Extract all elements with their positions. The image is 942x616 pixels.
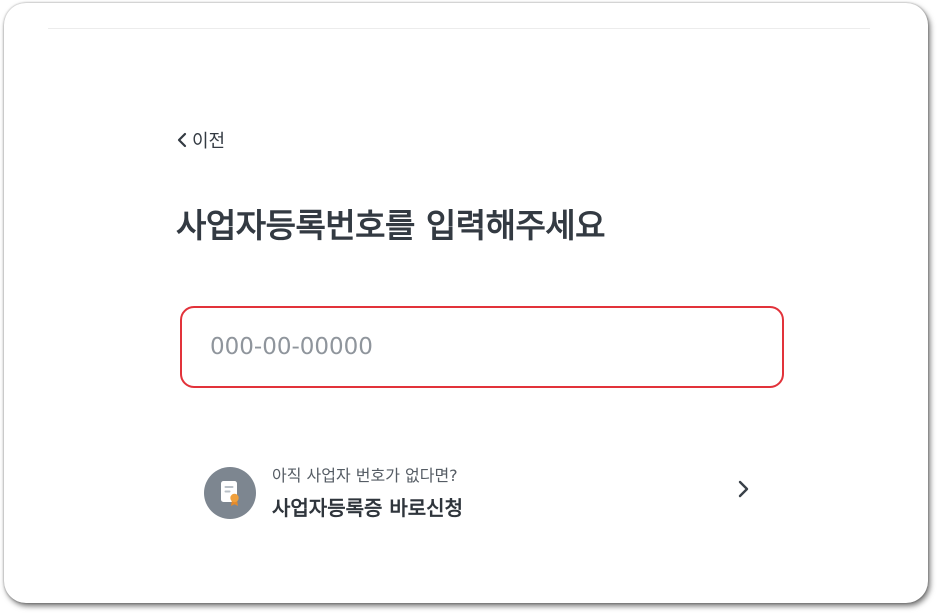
apply-registration-link[interactable]: 아직 사업자 번호가 없다면? 사업자등록증 바로신청 [204,455,754,531]
chevron-left-icon [176,132,188,148]
business-number-input[interactable] [180,306,784,388]
chevron-right-icon [736,479,750,503]
app-window: 이전 사업자등록번호를 입력해주세요 아직 사업자 번호가 없다면? 사업자등록… [4,3,928,603]
page-title: 사업자등록번호를 입력해주세요 [176,206,606,245]
apply-label: 사업자등록증 바로신청 [272,496,463,520]
apply-question: 아직 사업자 번호가 없다면? [272,466,458,485]
certificate-icon [204,467,256,519]
apply-text: 아직 사업자 번호가 없다면? 사업자등록증 바로신청 [272,465,463,521]
back-button[interactable]: 이전 [176,127,225,153]
back-label: 이전 [192,131,226,152]
top-divider [48,28,870,29]
